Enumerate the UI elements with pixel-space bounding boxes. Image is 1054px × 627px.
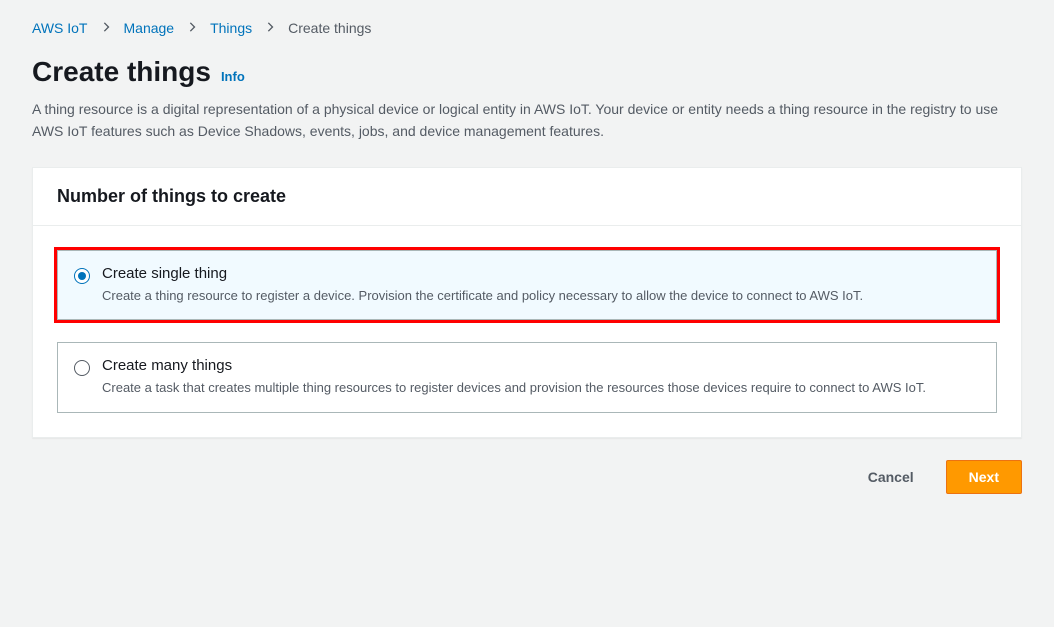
breadcrumb-current: Create things	[288, 20, 371, 36]
breadcrumb-link-aws-iot[interactable]: AWS IoT	[32, 20, 88, 36]
chevron-right-icon	[266, 21, 274, 35]
option-title: Create single thing	[102, 265, 863, 282]
action-bar: Cancel Next	[32, 460, 1022, 494]
page-description: A thing resource is a digital representa…	[32, 98, 1012, 143]
option-description: Create a task that creates multiple thin…	[102, 378, 926, 398]
option-description: Create a thing resource to register a de…	[102, 286, 863, 306]
page-title: Create things	[32, 56, 211, 88]
page-title-row: Create things Info	[32, 56, 1022, 88]
option-text: Create single thing Create a thing resou…	[102, 265, 863, 306]
cancel-button[interactable]: Cancel	[850, 461, 932, 493]
radio-unselected-icon	[74, 360, 90, 376]
panel-number-of-things: Number of things to create Create single…	[32, 167, 1022, 438]
option-create-single-thing[interactable]: Create single thing Create a thing resou…	[57, 250, 997, 321]
panel-header: Number of things to create	[33, 168, 1021, 226]
option-title: Create many things	[102, 357, 926, 374]
breadcrumb: AWS IoT Manage Things Create things	[32, 20, 1022, 36]
panel-heading: Number of things to create	[57, 186, 997, 207]
breadcrumb-link-things[interactable]: Things	[210, 20, 252, 36]
chevron-right-icon	[188, 21, 196, 35]
panel-body: Create single thing Create a thing resou…	[33, 226, 1021, 437]
chevron-right-icon	[102, 21, 110, 35]
info-link[interactable]: Info	[221, 69, 245, 84]
breadcrumb-link-manage[interactable]: Manage	[124, 20, 175, 36]
next-button[interactable]: Next	[946, 460, 1022, 494]
option-text: Create many things Create a task that cr…	[102, 357, 926, 398]
radio-selected-icon	[74, 268, 90, 284]
option-create-many-things[interactable]: Create many things Create a task that cr…	[57, 342, 997, 413]
